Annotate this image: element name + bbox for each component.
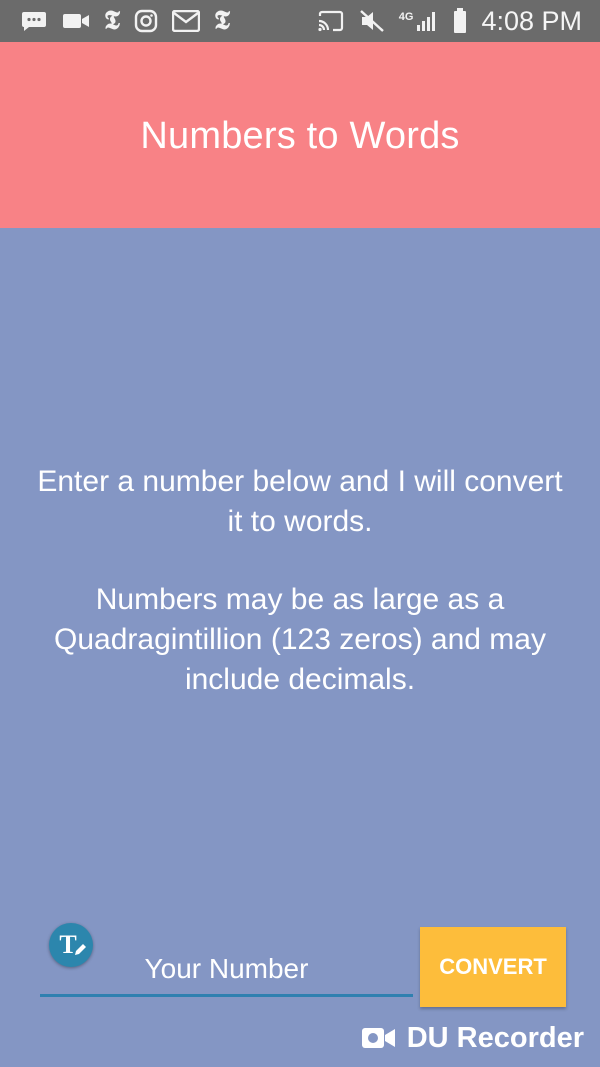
battery-icon <box>453 8 467 34</box>
gmail-icon <box>171 8 200 34</box>
instagram-icon <box>134 8 158 34</box>
nyt-icon: 𝕿 <box>104 6 120 35</box>
instructions: Enter a number below and I will convert … <box>30 462 570 700</box>
convert-button[interactable]: CONVERT <box>420 927 566 1007</box>
mute-icon <box>359 8 385 34</box>
chat-bubble-icon <box>20 8 48 34</box>
text-tool-bubble[interactable]: T <box>49 923 93 967</box>
number-input[interactable] <box>40 936 413 994</box>
app-bar: Numbers to Words <box>0 42 600 228</box>
pencil-icon <box>75 944 86 955</box>
app-title: Numbers to Words <box>140 114 460 157</box>
status-right-icons: 4G 4:08 PM <box>317 5 582 36</box>
recorder-watermark: DU Recorder <box>361 1020 584 1056</box>
network-type-label: 4G <box>398 10 414 23</box>
cast-icon <box>317 8 345 34</box>
watermark-text: DU Recorder <box>406 1021 584 1054</box>
instructions-line-1: Enter a number below and I will convert … <box>37 465 563 538</box>
video-camera-icon <box>361 1028 395 1048</box>
video-camera-icon <box>62 8 90 34</box>
instructions-line-2: Numbers may be as large as a Quadraginti… <box>54 583 546 696</box>
input-underline <box>40 994 413 997</box>
lte-signal-icon: 4G <box>399 8 440 34</box>
number-input-field[interactable] <box>40 936 413 998</box>
nyt-icon: 𝕿 <box>213 6 230 35</box>
status-clock: 4:08 PM <box>481 5 582 36</box>
status-left-icons: 𝕿 𝕿 <box>20 8 230 34</box>
status-bar: 𝕿 𝕿 4G 4:08 PM <box>0 0 600 42</box>
